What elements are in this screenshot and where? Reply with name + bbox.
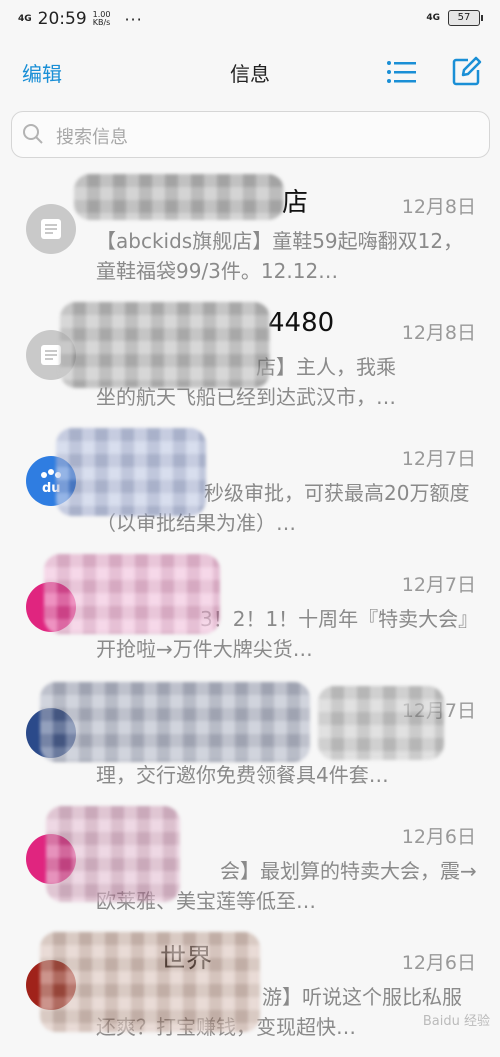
clock: 20:59 — [37, 9, 87, 29]
avatar — [26, 330, 76, 380]
avatar — [26, 708, 76, 758]
search-input[interactable]: 搜索信息 — [11, 111, 490, 158]
watermark: Baidu 经验 — [422, 1014, 490, 1029]
compose-icon[interactable] — [450, 56, 482, 88]
list-menu-icon[interactable] — [386, 58, 416, 86]
list-item[interactable]: 4480 12月8日 店】主人，我乘 坐的航天飞船已经到达武汉市，… — [0, 294, 500, 420]
message-date: 12月7日 — [401, 574, 476, 596]
list-item[interactable]: du 12月7日 秒级审批，可获最高20万额度（以审批结果为准）… — [0, 420, 500, 546]
more-notifications-icon: ··· — [124, 9, 143, 29]
list-item[interactable]: 世界 12月6日 游】听说这个服比私服还爽？打宝赚钱，变现超快… — [0, 924, 500, 1050]
message-preview-line1: 店】主人，我乘 — [256, 355, 396, 379]
list-item[interactable]: 12月7日 理，交行邀你免费领餐具4件套… — [0, 672, 500, 798]
message-preview: 3！2！1！十周年『特卖大会』开抢啦→万件大牌尖货… — [96, 607, 469, 661]
avatar — [26, 960, 76, 1010]
list-item[interactable]: 12月6日 会】最划算的特卖大会，震→欧莱雅、美宝莲等低至… — [0, 798, 500, 924]
sender-name: 店 — [282, 188, 309, 218]
speed-unit: KB/s — [92, 18, 111, 27]
sender-name: 4480 — [268, 308, 335, 338]
search-placeholder: 搜索信息 — [56, 127, 128, 148]
signal-indicator-right: 4G — [426, 12, 440, 23]
search-icon — [21, 122, 45, 150]
status-bar: 4G 20:59 1.00 KB/s ··· 4G 57 — [0, 0, 500, 38]
message-date: 12月6日 — [401, 952, 476, 974]
list-item[interactable]: 店 12月8日 【abckids旗舰店】童鞋59起嗨翻双12，童鞋福袋99/3件… — [0, 168, 500, 294]
message-date: 12月7日 — [401, 448, 476, 470]
page-title: 信息 — [230, 62, 270, 86]
svg-text:du: du — [42, 481, 61, 496]
message-preview: 【abckids旗舰店】童鞋59起嗨翻双12，童鞋福袋99/3件。12.12… — [96, 229, 464, 283]
message-list: 店 12月8日 【abckids旗舰店】童鞋59起嗨翻双12，童鞋福袋99/3件… — [0, 168, 500, 1050]
list-item[interactable]: 12月7日 3！2！1！十周年『特卖大会』开抢啦→万件大牌尖货… — [0, 546, 500, 672]
redaction — [74, 174, 284, 220]
battery-icon: 57 — [448, 10, 483, 26]
message-date: 12月8日 — [401, 196, 476, 218]
message-preview: 理，交行邀你免费领餐具4件套… — [96, 763, 389, 787]
message-date: 12月8日 — [401, 322, 476, 344]
avatar — [26, 204, 76, 254]
status-left: 4G 20:59 1.00 KB/s ··· — [18, 9, 143, 29]
avatar: du — [26, 456, 76, 506]
network-speed: 1.00 KB/s — [93, 11, 111, 27]
message-preview-line2: 坐的航天飞船已经到达武汉市，… — [96, 385, 396, 409]
nav-bar: 编辑 信息 — [0, 44, 500, 100]
signal-indicator-left: 4G — [18, 13, 32, 24]
message-preview: 秒级审批，可获最高20万额度（以审批结果为准）… — [96, 481, 470, 535]
message-preview: 游】听说这个服比私服还爽？打宝赚钱，变现超快… — [96, 985, 462, 1039]
message-preview: 会】最划算的特卖大会，震→欧莱雅、美宝莲等低至… — [96, 859, 477, 913]
status-right: 4G 57 — [426, 10, 483, 26]
avatar — [26, 834, 76, 884]
message-date: 12月7日 — [401, 700, 476, 722]
sender-name: 世界 — [160, 944, 213, 974]
avatar — [26, 582, 76, 632]
message-preview: 店】主人，我乘 坐的航天飞船已经到达武汉市，… — [96, 352, 478, 412]
message-date: 12月6日 — [401, 826, 476, 848]
